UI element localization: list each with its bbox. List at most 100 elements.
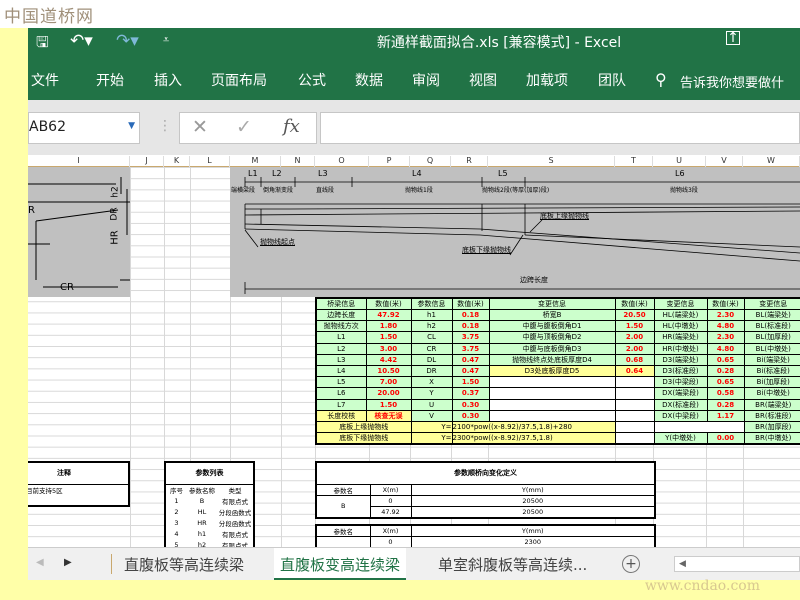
table-cell[interactable] (614, 398, 655, 411)
sheet-tab[interactable]: 直腹板等高连续梁 (118, 550, 250, 578)
table-cell[interactable]: BR(标准段) (743, 409, 800, 422)
table-cell[interactable]: 分段函数式 (217, 517, 254, 529)
table-cell[interactable]: 0.30 (451, 398, 490, 411)
table-cell[interactable]: 4.80 (706, 320, 745, 333)
table-cell[interactable] (488, 387, 616, 400)
col-header-S[interactable]: S (488, 156, 615, 167)
col-header-K[interactable]: K (164, 156, 190, 167)
formula-input[interactable] (320, 112, 800, 144)
table-cell[interactable]: h1 (410, 308, 453, 322)
tab-insert[interactable]: 插入 (154, 70, 182, 90)
param-name-cell[interactable]: B (315, 494, 371, 519)
table-cell[interactable]: 2.30 (706, 308, 745, 322)
cancel-icon[interactable]: ✕ (192, 116, 208, 138)
table-cell[interactable]: 0.58 (706, 387, 745, 400)
table-cell[interactable]: Y(中墩处) (653, 432, 708, 445)
table-cell[interactable]: 2.00 (614, 342, 655, 355)
table-cell[interactable]: 0.30 (451, 409, 490, 422)
table-cell[interactable]: BR(中墩处) (743, 432, 800, 445)
table-cell[interactable]: 4.80 (706, 342, 745, 355)
tab-data[interactable]: 数据 (355, 70, 383, 90)
formula-cell[interactable]: 2300*pow((x-8.92)/37.5,1.8) (451, 432, 616, 445)
table-cell[interactable]: DX(标准段) (653, 398, 708, 411)
param-name-cell[interactable] (315, 535, 371, 549)
table-cell[interactable] (614, 376, 655, 389)
ribbon-display-icon[interactable]: ↑ (726, 31, 740, 45)
table-cell[interactable]: 1.50 (365, 398, 412, 411)
table-cell[interactable]: HL(中墩处) (653, 320, 708, 333)
header-cell[interactable]: 桥梁信息 (315, 297, 367, 310)
table-cell[interactable]: 有限点式 (217, 528, 254, 540)
table-cell[interactable] (488, 398, 616, 411)
table-cell[interactable]: Y (410, 387, 453, 400)
table-cell[interactable]: HL(端梁处) (653, 308, 708, 322)
table-cell[interactable]: 中腹与腹板倒角D1 (488, 320, 616, 333)
table-cell[interactable]: HR(中墩处) (653, 342, 708, 355)
insert-function-icon[interactable]: fx (283, 116, 300, 137)
formula-eq[interactable]: Y= (410, 432, 453, 445)
table-cell[interactable]: 1.80 (365, 320, 412, 333)
table-cell[interactable]: D3(端梁处) (653, 353, 708, 366)
header-cell[interactable]: 序号 (165, 484, 187, 496)
add-sheet-icon[interactable]: + (622, 555, 640, 573)
table-cell[interactable]: Bi(中墩处) (743, 387, 800, 400)
table-cell[interactable]: 核查无误 (365, 409, 412, 422)
table-cell[interactable]: 0.68 (614, 353, 655, 366)
table-cell[interactable]: 0.64 (614, 364, 655, 378)
header-cell[interactable]: 变更信息 (653, 297, 708, 310)
col-header-T[interactable]: T (615, 156, 653, 167)
y-cell[interactable]: 20500 (410, 505, 656, 519)
formula-cell[interactable]: 2100*pow((x-8.92)/37.5,1.8)+280 (451, 420, 616, 434)
table-cell[interactable]: L5 (315, 376, 367, 389)
x-cell[interactable]: 0 (369, 494, 412, 507)
scroll-left-icon[interactable]: ◀ (36, 557, 44, 568)
table-cell[interactable]: L1 (315, 331, 367, 344)
table-cell[interactable]: 1 (165, 495, 187, 507)
header-cell[interactable]: 变更信息 (743, 297, 800, 310)
table-cell[interactable]: BL(加厚段) (743, 331, 800, 344)
table-cell[interactable]: 0.28 (706, 364, 745, 378)
table-cell[interactable]: 有限点式 (217, 495, 254, 507)
y-cell[interactable]: 20500 (410, 494, 656, 507)
table-cell[interactable]: CL (410, 331, 453, 344)
col-header-R[interactable]: R (451, 156, 488, 167)
table-cell[interactable]: BL(标准段) (743, 320, 800, 333)
table-cell[interactable]: BL(中墩处) (743, 342, 800, 355)
tab-review[interactable]: 审阅 (412, 70, 440, 90)
table-cell[interactable]: 中腹与底板倒角D3 (488, 342, 616, 355)
table-cell[interactable]: Bi(端梁处) (743, 353, 800, 366)
table-cell[interactable]: DR (410, 364, 453, 378)
table-cell[interactable]: 3.75 (451, 342, 490, 355)
table-cell[interactable]: 边跨长度 (315, 308, 367, 322)
table-cell[interactable]: DX(中梁段) (653, 409, 708, 422)
col-header-V[interactable]: V (706, 156, 743, 167)
table-cell[interactable]: D3(中梁段) (653, 376, 708, 389)
table-cell[interactable]: 0.37 (451, 387, 490, 400)
table-cell[interactable]: 20.00 (365, 387, 412, 400)
sheet-tab-active[interactable]: 直腹板变高连续梁 (274, 548, 407, 580)
col-header-J[interactable]: J (130, 156, 164, 167)
table-cell[interactable]: Bi(加厚段) (743, 376, 800, 389)
table-cell[interactable]: 3.00 (365, 342, 412, 355)
table-cell[interactable] (614, 387, 655, 400)
header-cell[interactable]: 数值(米) (365, 297, 412, 310)
table-cell[interactable]: 1.17 (706, 409, 745, 422)
param-list-title[interactable]: 参数列表 (164, 461, 255, 485)
search-icon[interactable]: ⚲ (655, 70, 667, 89)
table-cell[interactable]: L4 (315, 364, 367, 378)
table-cell[interactable]: DX(端梁段) (653, 387, 708, 400)
sheet-tab[interactable]: 单室斜腹板等高连续... (432, 550, 618, 578)
table-cell[interactable]: 1.50 (451, 376, 490, 389)
table-cell[interactable]: 4.42 (365, 353, 412, 366)
table-cell[interactable] (488, 376, 616, 389)
table-cell[interactable] (614, 409, 655, 422)
col-header-O[interactable]: O (315, 156, 369, 167)
table-cell[interactable] (614, 420, 655, 434)
table-cell[interactable]: 长度校核 (315, 409, 367, 422)
table-cell[interactable]: DL (410, 353, 453, 366)
tab-file[interactable]: 文件 (31, 70, 59, 90)
table-cell[interactable]: 2.00 (614, 331, 655, 344)
col-header-I[interactable]: I (28, 156, 130, 167)
header-cell[interactable]: 类型 (217, 484, 254, 496)
table-cell[interactable]: BR(加厚段) (743, 420, 800, 434)
